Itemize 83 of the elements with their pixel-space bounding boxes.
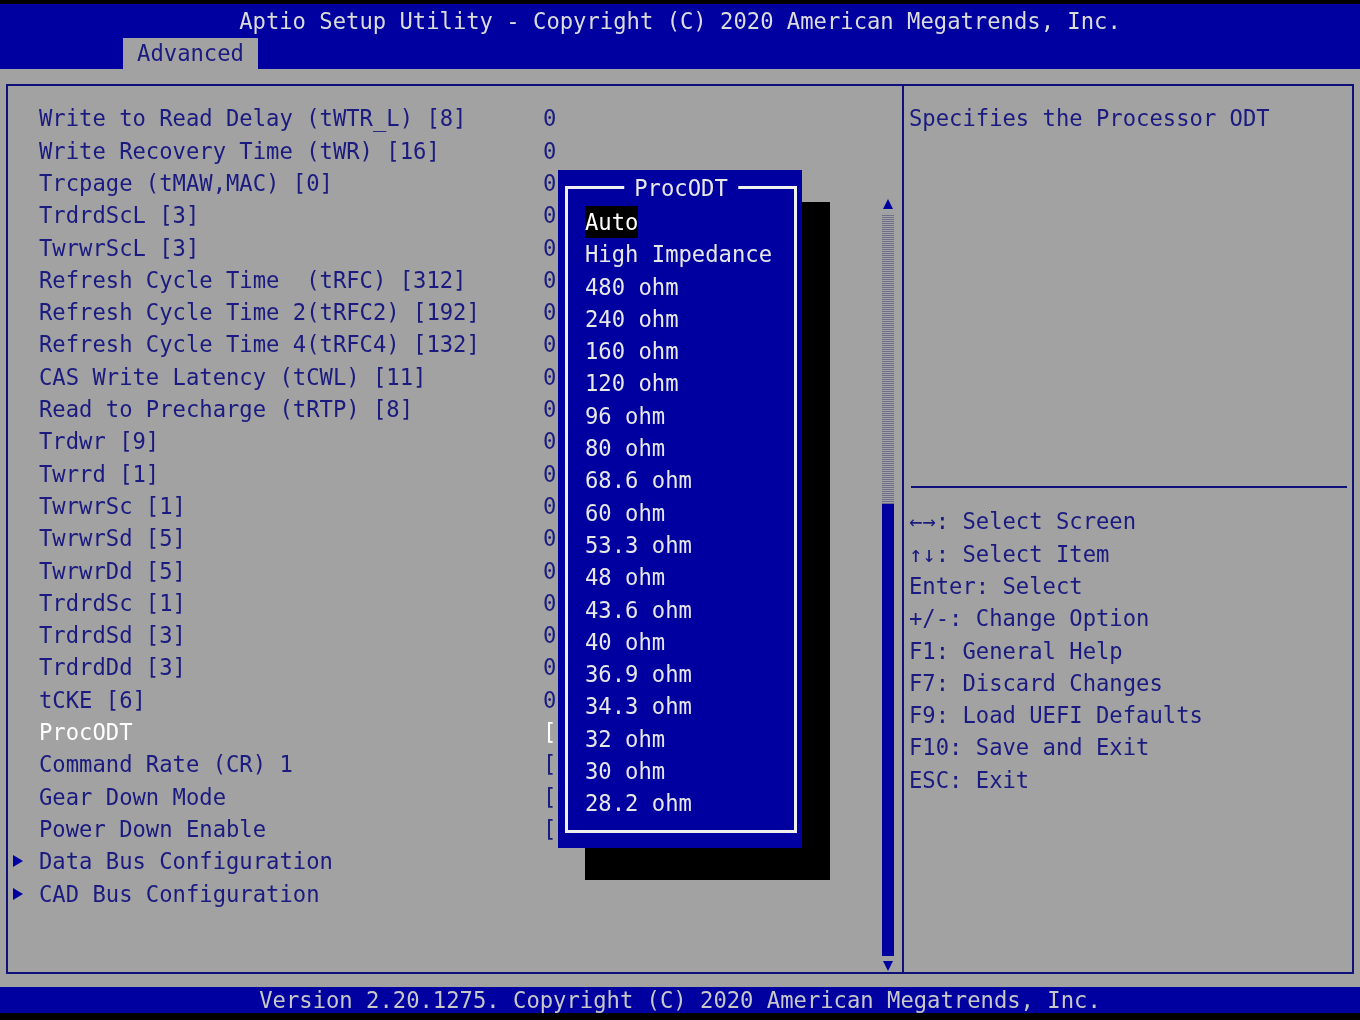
- setting-value[interactable]: 0: [543, 651, 557, 684]
- setting-label[interactable]: TwrwrScL [3]: [39, 231, 543, 264]
- popup-option[interactable]: 32 ohm: [585, 722, 666, 756]
- key-hint: ↑↓: Select Item: [909, 539, 1111, 569]
- scroll-down-icon[interactable]: [882, 960, 894, 973]
- popup-option[interactable]: 60 ohm: [585, 496, 666, 529]
- setting-label[interactable]: Trdwr [9]: [39, 425, 543, 458]
- scroll-up-icon[interactable]: [882, 198, 894, 211]
- setting-value[interactable]: 0: [543, 328, 557, 361]
- submenu-arrow-icon: [12, 886, 24, 901]
- setting-value[interactable]: 0: [543, 683, 557, 717]
- key-hint: F1: General Help: [909, 636, 1124, 666]
- setting-value[interactable]: 0: [543, 102, 557, 135]
- submenu-arrow-icon: [12, 854, 24, 869]
- setting-label[interactable]: CAD Bus Configuration: [39, 877, 543, 910]
- key-hint: ←→: Select Screen: [909, 507, 1138, 537]
- key-hint: F10: Save and Exit: [909, 733, 1151, 763]
- setting-value[interactable]: 0: [543, 167, 557, 200]
- setting-value[interactable]: [: [543, 780, 557, 813]
- popup-option[interactable]: 48 ohm: [585, 561, 666, 594]
- key-hint: F7: Discard Changes: [909, 668, 1164, 698]
- setting-label[interactable]: Refresh Cycle Time 4(tRFC4) [132]: [39, 328, 543, 361]
- setting-label[interactable]: Command Rate (CR) 1: [39, 748, 543, 781]
- popup-option[interactable]: 120 ohm: [585, 367, 679, 400]
- setting-label[interactable]: Twrrd [1]: [39, 457, 543, 490]
- setting-label[interactable]: Gear Down Mode: [39, 780, 543, 813]
- setting-label[interactable]: Data Bus Configuration: [39, 845, 543, 878]
- setting-label[interactable]: TwrwrSc [1]: [39, 489, 543, 523]
- setting-value[interactable]: 0: [543, 296, 557, 329]
- setting-label[interactable]: TwrwrSd [5]: [39, 522, 543, 555]
- setting-value[interactable]: [: [543, 748, 557, 781]
- setting-value[interactable]: 0: [543, 522, 557, 555]
- setting-label[interactable]: TrdrdScL [3]: [39, 199, 543, 232]
- popup-option[interactable]: 43.6 ohm: [585, 593, 692, 626]
- setting-value[interactable]: 0: [543, 263, 557, 297]
- setting-label[interactable]: Power Down Enable: [39, 812, 543, 846]
- popup-option[interactable]: 160 ohm: [585, 335, 679, 368]
- setting-value[interactable]: 0: [543, 425, 557, 458]
- setting-label[interactable]: CAS Write Latency (tCWL) [11]: [39, 360, 543, 394]
- popup-option[interactable]: 80 ohm: [585, 432, 666, 465]
- popup-option[interactable]: 68.6 ohm: [585, 464, 692, 497]
- popup-option[interactable]: 36.9 ohm: [585, 658, 692, 691]
- setting-label[interactable]: Refresh Cycle Time (tRFC) [312]: [39, 263, 543, 297]
- setting-label[interactable]: tCKE [6]: [39, 683, 543, 717]
- popup-option[interactable]: 28.2 ohm: [585, 787, 692, 820]
- version-text: Version 2.20.1275. Copyright (C) 2020 American Megatrends, Inc.: [259, 987, 1101, 1014]
- setting-label[interactable]: Refresh Cycle Time 2(tRFC2) [192]: [39, 296, 543, 329]
- popup-option[interactable]: 96 ohm: [585, 399, 666, 433]
- setting-label[interactable]: TwrwrDd [5]: [39, 554, 543, 587]
- scrollbar[interactable]: [881, 198, 895, 973]
- popup-option[interactable]: 40 ohm: [585, 625, 666, 659]
- setting-label[interactable]: TrdrdDd [3]: [39, 651, 543, 684]
- setting-value[interactable]: 0: [543, 489, 557, 523]
- popup-option[interactable]: 240 ohm: [585, 302, 679, 336]
- setting-label[interactable]: Write Recovery Time (tWR) [16]: [39, 134, 543, 167]
- setting-value[interactable]: 0: [543, 457, 557, 490]
- setting-value[interactable]: 0: [543, 134, 557, 167]
- setting-label[interactable]: TrdrdSd [3]: [39, 619, 543, 652]
- popup-option[interactable]: High Impedance: [585, 238, 772, 271]
- help-text: Specifies the Processor ODT: [909, 104, 1271, 134]
- setting-value[interactable]: 0: [543, 586, 557, 620]
- setting-value[interactable]: 0: [543, 393, 557, 426]
- tab[interactable]: Advanced: [123, 38, 258, 70]
- setting-value[interactable]: 0: [543, 554, 557, 587]
- popup-option[interactable]: 34.3 ohm: [585, 690, 692, 723]
- popup-option[interactable]: 480 ohm: [585, 270, 679, 303]
- key-hint: F9: Load UEFI Defaults: [909, 701, 1204, 731]
- setting-label[interactable]: Read to Precharge (tRTP) [8]: [39, 393, 543, 426]
- popup-option[interactable]: 30 ohm: [585, 755, 666, 788]
- setting-value[interactable]: 0: [543, 360, 557, 394]
- popup-option[interactable]: Auto: [585, 206, 639, 239]
- setting-value[interactable]: 0: [543, 199, 557, 232]
- key-hint: +/-: Change Option: [909, 604, 1151, 634]
- key-hint: Enter: Select: [909, 572, 1084, 601]
- setting-label[interactable]: Write to Read Delay (tWTR_L) [8]: [39, 102, 543, 135]
- setting-value[interactable]: 0: [543, 231, 557, 264]
- setting-value[interactable]: [: [543, 812, 557, 846]
- setting-label[interactable]: TrdrdSc [1]: [39, 586, 543, 620]
- window-title: Aptio Setup Utility - Copyright (C) 2020 American Megatrends, Inc.: [238, 7, 1122, 37]
- key-hint: ESC: Exit: [909, 765, 1031, 795]
- setting-label[interactable]: Trcpage (tMAW,MAC) [0]: [39, 167, 543, 200]
- popup-option[interactable]: 53.3 ohm: [585, 528, 692, 562]
- setting-value[interactable]: 0: [543, 619, 557, 652]
